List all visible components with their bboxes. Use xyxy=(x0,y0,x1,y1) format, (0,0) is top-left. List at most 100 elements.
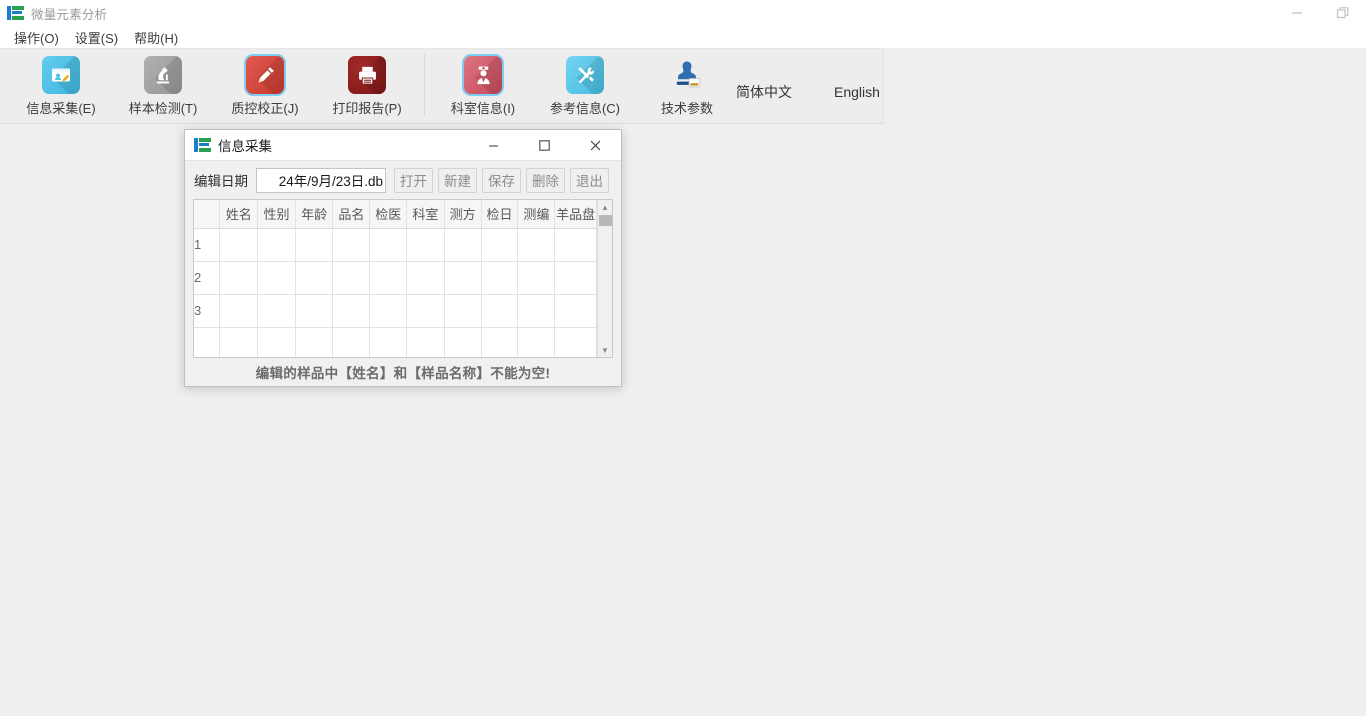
restore-icon[interactable] xyxy=(1320,0,1366,26)
grid-cell[interactable] xyxy=(444,327,482,357)
grid-cell[interactable] xyxy=(257,261,296,295)
grid-cell[interactable] xyxy=(257,294,296,328)
dialog-action-row: 编辑日期 24年/9月/23日.db 打开 新建 保存 删除 退出 xyxy=(185,161,621,199)
grid-cell[interactable] xyxy=(517,228,556,262)
grid-cell[interactable] xyxy=(369,261,408,295)
grid-cell[interactable] xyxy=(219,327,259,357)
main-window: 微量元素分析 操作(O) 设置(S) 帮助(H) 信息采集(E) 样本检测(T)… xyxy=(0,0,1366,716)
grid-cell[interactable] xyxy=(295,327,334,357)
dialog-window-controls xyxy=(468,130,621,161)
grid-cell[interactable] xyxy=(444,261,482,295)
scroll-up-icon[interactable]: ▲ xyxy=(597,200,612,214)
info-collection-dialog: 信息采集 编辑日期 24年/9月/23日.db 打开 新建 保存 删除 退出 姓… xyxy=(184,129,622,387)
printer-icon xyxy=(348,56,386,94)
open-button[interactable]: 打开 xyxy=(394,167,433,193)
microscope-icon xyxy=(144,56,182,94)
grid-cell[interactable] xyxy=(481,327,519,357)
table-row[interactable] xyxy=(194,327,597,357)
grid-cell[interactable] xyxy=(517,294,556,328)
delete-button[interactable]: 删除 xyxy=(526,167,565,193)
grid-cell[interactable] xyxy=(219,294,259,328)
grid-cell[interactable] xyxy=(554,261,597,295)
toolbar-button-reference-info[interactable]: 参考信息(C) xyxy=(534,48,636,120)
grid-cell[interactable] xyxy=(481,261,519,295)
grid-cell[interactable] xyxy=(369,294,408,328)
toolbar-button-department-info[interactable]: 科室信息(I) xyxy=(432,48,534,120)
grid-scroll-viewport: 姓名 性别 年龄 品名 检医 科室 测方 检日 测编 羊品盘 1 2 3 xyxy=(194,200,597,357)
grid-cell[interactable] xyxy=(219,261,259,295)
menu-operation[interactable]: 操作(O) xyxy=(6,26,67,49)
grid-cell[interactable] xyxy=(332,294,371,328)
toolbar-button-info-collect[interactable]: 信息采集(E) xyxy=(10,48,112,120)
close-icon[interactable] xyxy=(570,130,621,161)
menubar: 操作(O) 设置(S) 帮助(H) xyxy=(0,26,1366,48)
grid-cell[interactable] xyxy=(257,228,296,262)
grid-col-tray[interactable]: 羊品盘 xyxy=(554,200,597,229)
window-title-group: 微量元素分析 xyxy=(0,4,107,23)
minimize-icon[interactable] xyxy=(468,130,519,161)
scroll-down-icon[interactable]: ▼ xyxy=(597,343,612,357)
toolbar-button-sample-test[interactable]: 样本检测(T) xyxy=(112,48,214,120)
grid-cell[interactable] xyxy=(332,327,371,357)
grid-cell[interactable] xyxy=(406,327,445,357)
grid-cell[interactable] xyxy=(219,228,259,262)
grid-cell[interactable] xyxy=(332,228,371,262)
toolbar-button-qc-calibration[interactable]: 质控校正(J) xyxy=(214,48,316,120)
date-input[interactable]: 24年/9月/23日.db xyxy=(256,167,386,193)
grid-cell[interactable] xyxy=(295,261,334,295)
toolbar-button-tech-params[interactable]: 技术参数 xyxy=(636,48,738,120)
grid-col-gender[interactable]: 性别 xyxy=(257,200,296,229)
grid-cell[interactable] xyxy=(554,228,597,262)
sample-grid: 姓名 性别 年龄 品名 检医 科室 测方 检日 测编 羊品盘 1 2 3 ▲ ▼ xyxy=(193,199,613,358)
grid-cell[interactable] xyxy=(444,294,482,328)
grid-col-department[interactable]: 科室 xyxy=(406,200,445,229)
grid-vertical-scrollbar[interactable]: ▲ ▼ xyxy=(597,200,612,357)
exit-button[interactable]: 退出 xyxy=(570,167,609,193)
lang-simplified-chinese[interactable]: 简体中文 xyxy=(730,78,798,106)
table-row[interactable]: 2 xyxy=(194,261,597,295)
grid-col-name[interactable]: 姓名 xyxy=(219,200,259,229)
lang-english[interactable]: English xyxy=(828,80,886,104)
new-button[interactable]: 新建 xyxy=(438,167,477,193)
doctor-icon xyxy=(464,56,502,94)
grid-cell[interactable] xyxy=(554,327,597,357)
grid-cell[interactable] xyxy=(517,327,556,357)
table-row[interactable]: 1 xyxy=(194,228,597,262)
menu-help[interactable]: 帮助(H) xyxy=(126,26,186,49)
grid-cell[interactable] xyxy=(481,294,519,328)
save-button[interactable]: 保存 xyxy=(482,167,521,193)
grid-cell[interactable] xyxy=(444,228,482,262)
table-row[interactable]: 3 xyxy=(194,294,597,328)
grid-cell[interactable] xyxy=(369,228,408,262)
maximize-icon[interactable] xyxy=(519,130,570,161)
grid-col-method[interactable]: 测方 xyxy=(444,200,482,229)
grid-cell[interactable] xyxy=(369,327,408,357)
toolbar-label: 科室信息(I) xyxy=(450,101,516,116)
scrollbar-thumb[interactable] xyxy=(599,215,612,226)
grid-cell[interactable] xyxy=(332,261,371,295)
grid-cell[interactable] xyxy=(406,261,445,295)
grid-cell[interactable] xyxy=(295,228,334,262)
dialog-title-group: 信息采集 xyxy=(185,135,272,155)
grid-cell[interactable] xyxy=(554,294,597,328)
grid-col-sample-name[interactable]: 品名 xyxy=(332,200,371,229)
menu-settings[interactable]: 设置(S) xyxy=(67,26,126,49)
grid-cell[interactable] xyxy=(517,261,556,295)
date-input-value: 24年/9月/23日.db xyxy=(278,174,383,189)
grid-cell[interactable] xyxy=(257,327,296,357)
grid-col-doctor[interactable]: 检医 xyxy=(369,200,408,229)
grid-cell[interactable] xyxy=(481,228,519,262)
grid-header-row: 姓名 性别 年龄 品名 检医 科室 测方 检日 测编 羊品盘 xyxy=(194,200,597,229)
toolbar-button-print-report[interactable]: 打印报告(P) xyxy=(316,48,418,120)
grid-body: 1 2 3 xyxy=(194,228,597,357)
grid-cell[interactable] xyxy=(406,294,445,328)
grid-cell[interactable] xyxy=(295,294,334,328)
minimize-icon[interactable] xyxy=(1274,0,1320,26)
grid-col-date[interactable]: 检日 xyxy=(481,200,519,229)
grid-col-age[interactable]: 年龄 xyxy=(295,200,334,229)
grid-col-number[interactable]: 测编 xyxy=(517,200,556,229)
app-logo-icon xyxy=(194,137,211,153)
scrollbar-track[interactable] xyxy=(597,214,612,343)
grid-cell[interactable] xyxy=(406,228,445,262)
toolbar-label: 样本检测(T) xyxy=(128,101,198,116)
